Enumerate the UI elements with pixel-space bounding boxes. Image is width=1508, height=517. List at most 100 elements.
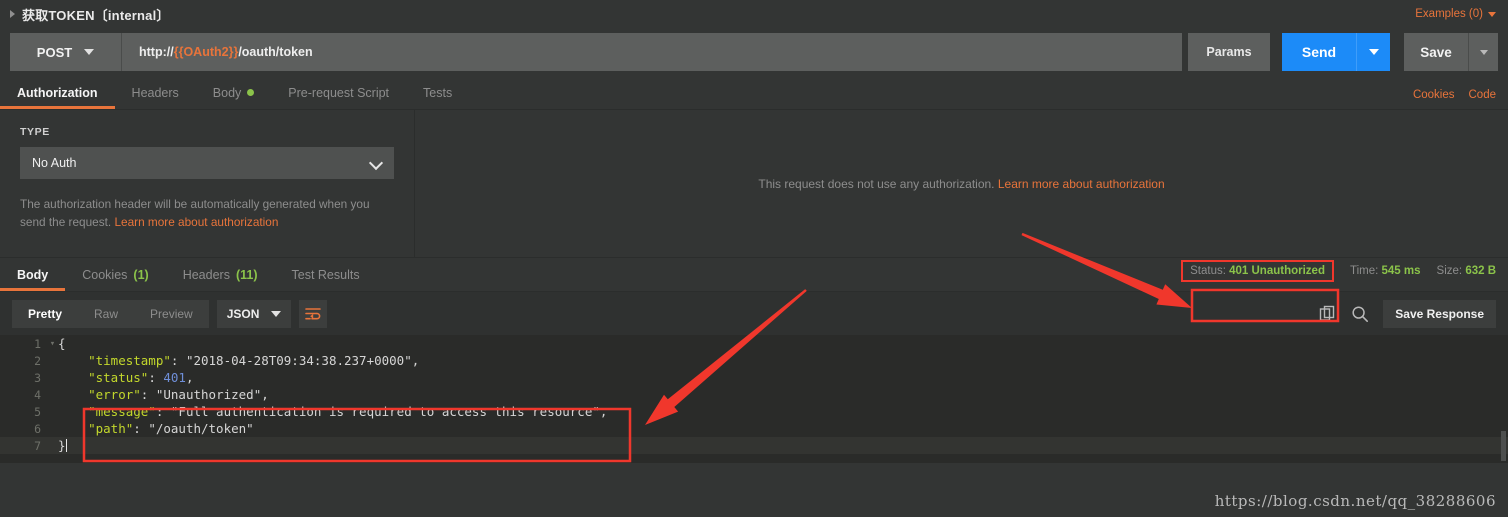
code-text: { bbox=[58, 336, 66, 351]
search-button[interactable] bbox=[1351, 305, 1369, 323]
copy-icon bbox=[1320, 305, 1335, 321]
method-select[interactable]: POST bbox=[10, 33, 122, 71]
chevron-down-icon bbox=[1479, 49, 1488, 55]
tab-pre-request-script[interactable]: Pre-request Script bbox=[271, 76, 406, 109]
url-suffix: /oauth/token bbox=[238, 45, 313, 59]
tab-label: Tests bbox=[423, 85, 453, 100]
examples-dropdown[interactable]: Examples (0) bbox=[1415, 8, 1496, 20]
code-link[interactable]: Code bbox=[1469, 89, 1497, 101]
save-button[interactable]: Save bbox=[1404, 33, 1468, 71]
tab-label: Headers bbox=[131, 85, 179, 100]
text-cursor bbox=[65, 439, 67, 452]
response-tab-bar: Body Cookies (1) Headers (11) Test Resul… bbox=[0, 258, 1508, 292]
chevron-down-icon bbox=[271, 310, 282, 317]
url-prefix: http:// bbox=[139, 45, 174, 59]
code-line: 4 "error": "Unauthorized", bbox=[0, 386, 1508, 403]
tab-label: Authorization bbox=[17, 85, 98, 100]
tab-body[interactable]: Body bbox=[196, 76, 272, 109]
tab-headers[interactable]: Headers bbox=[115, 76, 196, 109]
copy-button[interactable] bbox=[1319, 305, 1337, 323]
url-variable: {{OAuth2}} bbox=[173, 45, 239, 59]
size-value: 632 B bbox=[1465, 265, 1496, 277]
editor-scrollbar[interactable] bbox=[1501, 431, 1506, 461]
chevron-down-icon bbox=[370, 157, 382, 169]
code-line: 7} bbox=[0, 437, 1508, 454]
auth-no-auth-link[interactable]: Learn more about authorization bbox=[998, 177, 1165, 191]
response-tab-test-results[interactable]: Test Results bbox=[275, 258, 377, 291]
search-icon bbox=[1352, 305, 1369, 322]
request-tab-bar: Authorization Headers Body Pre-request S… bbox=[0, 76, 1508, 110]
line-number: 5 bbox=[34, 404, 41, 419]
code-text: "timestamp": "2018-04-28T09:34:38.237+00… bbox=[58, 353, 420, 368]
size-meta: Size: 632 B bbox=[1437, 265, 1496, 277]
watermark: https://blog.csdn.net/qq_38288606 bbox=[1214, 492, 1496, 510]
url-input[interactable]: http://{{OAuth2}}/oauth/token bbox=[122, 33, 1182, 71]
time-value: 545 ms bbox=[1381, 265, 1421, 277]
tab-count: (1) bbox=[133, 267, 149, 282]
authorization-left-column: TYPE No Auth The authorization header wi… bbox=[0, 110, 415, 257]
tab-count: (11) bbox=[235, 267, 258, 282]
auth-type-label: TYPE bbox=[20, 126, 50, 138]
format-select[interactable]: JSON bbox=[216, 299, 292, 328]
status-badge: Status: 401 Unauthorized bbox=[1181, 260, 1334, 282]
auth-no-auth-message: This request does not use any authorizat… bbox=[758, 177, 1164, 191]
status-value: 401 Unauthorized bbox=[1229, 265, 1325, 277]
line-number: 3 bbox=[34, 370, 41, 385]
body-modified-dot-icon bbox=[247, 89, 255, 96]
code-line: 2 "timestamp": "2018-04-28T09:34:38.237+… bbox=[0, 352, 1508, 369]
status-label: Status: bbox=[1190, 265, 1226, 277]
line-number: 7 bbox=[34, 438, 41, 453]
authorization-right-column: This request does not use any authorizat… bbox=[415, 110, 1508, 257]
view-mode-raw[interactable]: Raw bbox=[78, 300, 134, 328]
save-response-button[interactable]: Save Response bbox=[1383, 299, 1496, 328]
params-button[interactable]: Params bbox=[1188, 33, 1270, 71]
collapse-caret-icon[interactable] bbox=[10, 10, 15, 18]
page-title: 获取TOKEN〔internal〕 bbox=[22, 7, 170, 23]
code-line: 1 ▾{ bbox=[0, 335, 1508, 352]
response-tab-body[interactable]: Body bbox=[0, 258, 66, 291]
response-meta: Status: 401 Unauthorized Time: 545 ms Si… bbox=[1181, 260, 1496, 291]
fold-arrow-icon[interactable]: ▾ bbox=[47, 339, 58, 349]
line-number: 2 bbox=[34, 353, 41, 368]
response-body-editor[interactable]: 1 ▾{2 "timestamp": "2018-04-28T09:34:38.2… bbox=[0, 335, 1508, 463]
url-bar: POST http://{{OAuth2}}/oauth/token Param… bbox=[0, 28, 1508, 76]
chevron-down-icon bbox=[1488, 11, 1496, 17]
code-text: } bbox=[58, 438, 67, 453]
view-mode-preview[interactable]: Preview bbox=[134, 300, 209, 328]
auth-help-link[interactable]: Learn more about authorization bbox=[114, 215, 278, 229]
code-text: "message": "Full authentication is requi… bbox=[58, 404, 608, 419]
auth-type-select[interactable]: No Auth bbox=[20, 147, 394, 179]
time-label: Time: bbox=[1349, 265, 1379, 277]
send-options-button[interactable] bbox=[1356, 33, 1390, 71]
method-value: POST bbox=[36, 44, 73, 60]
format-value: JSON bbox=[226, 306, 260, 321]
line-number: 1 bbox=[34, 336, 41, 351]
examples-label: Examples (0) bbox=[1415, 8, 1483, 20]
request-tab-actions: Cookies Code bbox=[1413, 89, 1496, 109]
line-number: 4 bbox=[34, 387, 41, 402]
response-toolbar-actions: Save Response bbox=[1319, 299, 1496, 328]
response-tab-cookies[interactable]: Cookies (1) bbox=[65, 258, 165, 291]
send-button[interactable]: Send bbox=[1282, 33, 1356, 71]
chevron-down-icon bbox=[84, 49, 95, 55]
authorization-panel: TYPE No Auth The authorization header wi… bbox=[0, 110, 1508, 258]
word-wrap-toggle[interactable] bbox=[299, 299, 328, 328]
time-meta: Time: 545 ms bbox=[1350, 265, 1421, 277]
request-title-bar: 获取TOKEN〔internal〕 Examples (0) bbox=[0, 0, 1508, 28]
cookies-link[interactable]: Cookies bbox=[1413, 89, 1455, 101]
response-toolbar: Pretty Raw Preview JSON Save Response bbox=[0, 292, 1508, 335]
tab-tests[interactable]: Tests bbox=[406, 76, 469, 109]
view-mode-pretty[interactable]: Pretty bbox=[12, 300, 78, 328]
send-button-group: Send bbox=[1282, 33, 1390, 71]
code-line: 3 "status": 401, bbox=[0, 369, 1508, 386]
tab-label: Test Results bbox=[291, 267, 360, 282]
code-lines: 1 ▾{2 "timestamp": "2018-04-28T09:34:38.2… bbox=[0, 335, 1508, 454]
word-wrap-icon bbox=[305, 307, 322, 319]
code-line: 5 "message": "Full authentication is req… bbox=[0, 403, 1508, 420]
line-number: 6 bbox=[34, 421, 41, 436]
save-options-button[interactable] bbox=[1468, 33, 1498, 71]
tab-label: Body bbox=[17, 267, 49, 282]
tab-authorization[interactable]: Authorization bbox=[0, 76, 115, 109]
save-button-group: Save bbox=[1404, 33, 1498, 71]
response-tab-headers[interactable]: Headers (11) bbox=[166, 258, 275, 291]
